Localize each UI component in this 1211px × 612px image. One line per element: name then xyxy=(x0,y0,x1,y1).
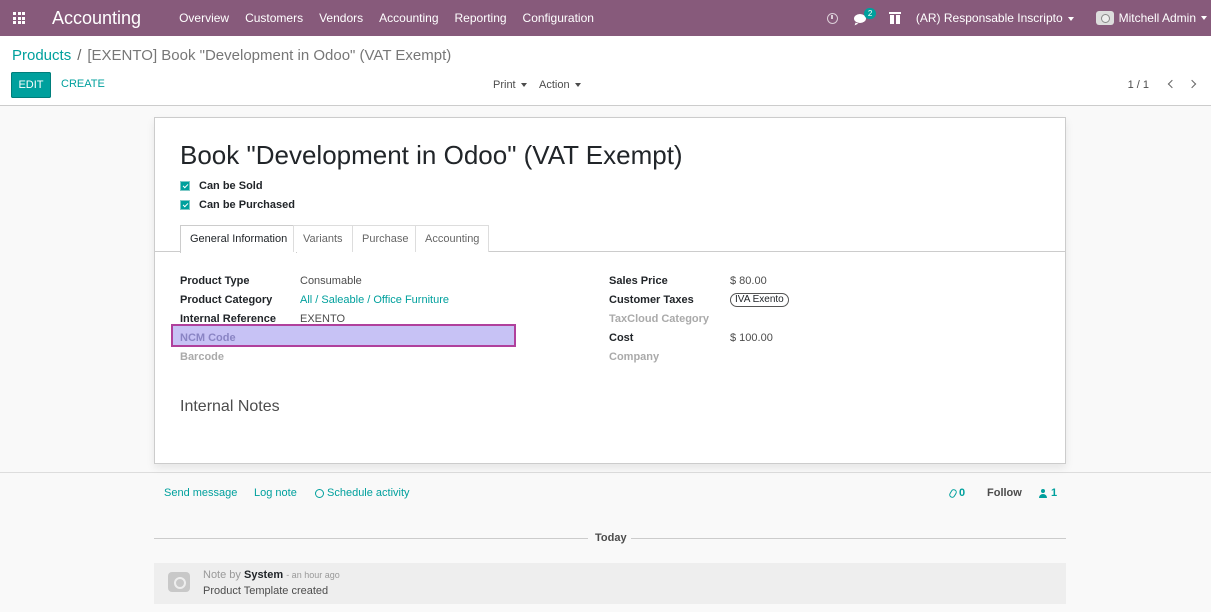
action-dropdown[interactable]: Action xyxy=(539,79,581,91)
top-navbar: Accounting Overview Customers Vendors Ac… xyxy=(0,0,1211,36)
pager-value[interactable]: 1 / 1 xyxy=(1128,79,1149,91)
sales-price-value: $ 80.00 xyxy=(730,275,767,287)
caret-down-icon xyxy=(1067,16,1074,21)
followers-button[interactable]: 1 xyxy=(1039,487,1057,499)
menu-vendors[interactable]: Vendors xyxy=(319,11,363,25)
company-name: (AR) Responsable Inscripto xyxy=(915,11,1063,25)
control-panel: Products / [EXENTO] Book "Development in… xyxy=(0,36,1211,106)
product-name: Book "Development in Odoo" (VAT Exempt) xyxy=(180,140,683,170)
message-author[interactable]: System xyxy=(244,569,283,581)
product-type-label: Product Type xyxy=(180,275,250,287)
tab-general-information[interactable]: General Information xyxy=(180,225,298,253)
menu-customers[interactable]: Customers xyxy=(245,11,303,25)
menu-accounting[interactable]: Accounting xyxy=(379,11,438,25)
user-avatar xyxy=(1095,11,1114,25)
attachments-button[interactable]: 0 xyxy=(948,487,966,499)
messaging-badge: 2 xyxy=(863,7,877,19)
tab-accounting[interactable]: Accounting xyxy=(415,225,490,252)
message-time: - an hour ago xyxy=(286,570,340,580)
breadcrumb-current: [EXENTO] Book "Development in Odoo" (VAT… xyxy=(87,47,452,64)
print-label: Print xyxy=(493,79,516,91)
messaging-icon[interactable]: 2 xyxy=(853,7,877,23)
barcode-label: Barcode xyxy=(180,351,225,363)
cost-value: $ 100.00 xyxy=(730,332,773,344)
cost-label: Cost xyxy=(609,332,634,344)
ncm-code-label: NCM Code xyxy=(180,332,236,344)
tab-variants[interactable]: Variants xyxy=(293,225,353,252)
schedule-activity-label: Schedule activity xyxy=(327,487,410,499)
tab-purchase[interactable]: Purchase xyxy=(352,225,419,252)
chevron-left-icon xyxy=(1167,79,1177,89)
divider xyxy=(154,538,588,539)
send-message-button[interactable]: Send message xyxy=(164,487,237,499)
today-separator-label: Today xyxy=(595,532,627,544)
app-name[interactable]: Accounting xyxy=(52,8,141,29)
menu-overview[interactable]: Overview xyxy=(179,11,229,25)
user-name: Mitchell Admin xyxy=(1118,11,1196,25)
can-be-sold-label: Can be Sold xyxy=(199,180,263,192)
company-switcher[interactable]: (AR) Responsable Inscripto xyxy=(916,11,1074,25)
can-be-sold-checkbox[interactable] xyxy=(180,181,190,191)
user-icon xyxy=(1039,488,1047,498)
breadcrumb-separator: / xyxy=(77,47,82,64)
company-label: Company xyxy=(609,351,660,363)
chevron-right-icon xyxy=(1187,79,1197,89)
can-be-purchased-checkbox[interactable] xyxy=(180,200,190,210)
action-label: Action xyxy=(539,79,570,91)
attachments-count: 0 xyxy=(959,487,966,499)
print-dropdown[interactable]: Print xyxy=(493,79,527,91)
navbar-systray: 2 (AR) Responsable Inscripto Mitchell Ad… xyxy=(826,0,1211,36)
system-avatar xyxy=(168,572,190,592)
can-be-sold-field[interactable]: Can be Sold xyxy=(180,180,263,192)
customer-tax-tag: IVA Exento xyxy=(730,293,789,307)
pager-previous-button[interactable] xyxy=(1166,78,1178,90)
can-be-purchased-label: Can be Purchased xyxy=(199,199,295,211)
caret-down-icon xyxy=(1201,16,1207,20)
breadcrumb-products[interactable]: Products xyxy=(12,47,71,64)
divider xyxy=(631,538,1066,539)
product-type-value: Consumable xyxy=(300,275,362,287)
can-be-purchased-field[interactable]: Can be Purchased xyxy=(180,199,295,211)
caret-down-icon xyxy=(574,83,581,88)
taxcloud-category-label: TaxCloud Category xyxy=(609,313,710,325)
schedule-activity-button[interactable]: Schedule activity xyxy=(315,487,410,499)
customer-taxes-label: Customer Taxes xyxy=(609,294,694,306)
paperclip-icon xyxy=(948,487,958,499)
sales-price-label: Sales Price xyxy=(609,275,668,287)
product-category-link[interactable]: All / Saleable / Office Furniture xyxy=(300,294,449,306)
menu-configuration[interactable]: Configuration xyxy=(523,11,594,25)
internal-reference-value: EXENTO xyxy=(300,313,346,325)
main-menu: Overview Customers Vendors Accounting Re… xyxy=(179,11,610,25)
followers-count: 1 xyxy=(1051,487,1058,499)
message-header: Note by System - an hour ago xyxy=(203,569,340,581)
product-category-label: Product Category xyxy=(180,294,273,306)
chatter-message: Note by System - an hour ago Product Tem… xyxy=(154,563,1066,604)
edit-button[interactable]: EDIT xyxy=(11,72,51,98)
user-menu[interactable]: Mitchell Admin xyxy=(1095,11,1207,25)
log-note-button[interactable]: Log note xyxy=(254,487,297,499)
follow-button[interactable]: Follow xyxy=(987,487,1022,499)
notebook-tabs: General Information Variants Purchase Ac… xyxy=(155,225,1065,253)
internal-reference-label: Internal Reference xyxy=(180,313,276,325)
internal-notes-title: Internal Notes xyxy=(180,398,280,415)
message-prefix: Note by xyxy=(203,569,241,581)
pager-next-button[interactable] xyxy=(1187,78,1200,90)
menu-reporting[interactable]: Reporting xyxy=(455,11,507,25)
activity-clock-icon[interactable] xyxy=(826,12,838,24)
message-body: Product Template created xyxy=(203,585,329,597)
clock-icon xyxy=(315,488,324,498)
apps-menu-icon[interactable] xyxy=(0,0,38,36)
gift-icon[interactable] xyxy=(888,11,901,24)
form-sheet: Book "Development in Odoo" (VAT Exempt) … xyxy=(154,117,1066,464)
create-button[interactable]: CREATE xyxy=(61,78,105,90)
caret-down-icon xyxy=(520,83,527,88)
breadcrumb: Products / [EXENTO] Book "Development in… xyxy=(12,47,451,64)
